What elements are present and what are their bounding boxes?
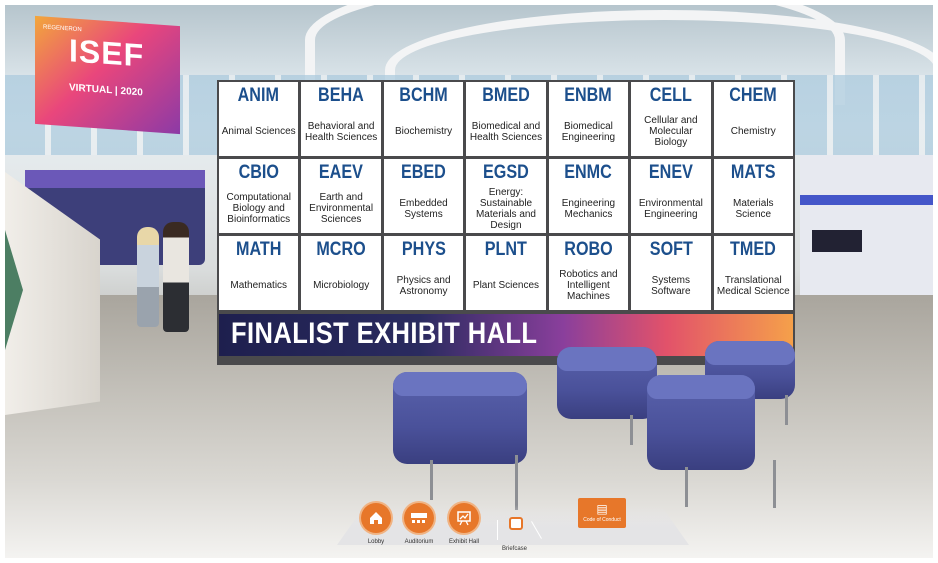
category-code: ENEV xyxy=(648,162,693,183)
briefcase-icon[interactable] xyxy=(509,517,523,530)
banner-edition: VIRTUAL | 2020 xyxy=(69,82,143,99)
category-name: Chemistry xyxy=(730,126,776,137)
category-tile-enbm[interactable]: ENBM Biomedical Engineering xyxy=(548,82,629,156)
category-code: CHEM xyxy=(729,85,778,106)
category-tile-plnt[interactable]: PLNT Plant Sciences xyxy=(466,236,546,310)
category-tile-bmed[interactable]: BMED Biomedical and Health Sciences xyxy=(466,82,546,156)
category-name: Physics and Astronomy xyxy=(396,274,451,297)
stool xyxy=(647,375,755,470)
auditorium-icon xyxy=(404,503,434,533)
stool xyxy=(393,372,527,464)
category-name: Translational Medical Science xyxy=(716,274,790,297)
category-name: Environmental Engineering xyxy=(638,197,703,220)
hall-title: FINALIST EXHIBIT HALL xyxy=(231,317,538,350)
category-tile-mcro[interactable]: MCRO Microbiology xyxy=(301,236,381,310)
category-name: Robotics and Intelligent Machines xyxy=(559,269,618,302)
category-tile-robo[interactable]: ROBO Robotics and Intelligent Machines xyxy=(548,236,629,310)
category-tile-egsd[interactable]: EGSD Energy: Sustainable Materials and De… xyxy=(466,159,546,233)
category-code: MATS xyxy=(730,162,776,183)
category-name: Energy: Sustainable Materials and Design xyxy=(475,186,536,231)
visitor-avatar xyxy=(163,222,189,332)
category-code: ANIM xyxy=(238,85,280,106)
nav-auditorium[interactable]: Auditorium xyxy=(404,503,434,545)
category-tile-enmc[interactable]: ENMC Engineering Mechanics xyxy=(548,159,629,233)
category-tile-mats[interactable]: MATS Materials Science xyxy=(713,159,793,233)
category-code: ROBO xyxy=(564,239,613,260)
home-icon xyxy=(361,503,391,533)
category-tile-math[interactable]: MATH Mathematics xyxy=(219,236,299,310)
category-tile-anim[interactable]: ANIM Animal Sciences xyxy=(219,82,299,156)
category-name: Earth and Environmental Sciences xyxy=(309,192,374,225)
category-code: EBED xyxy=(401,162,446,183)
code-of-conduct-button[interactable]: ▤ Code of Conduct xyxy=(578,498,626,528)
category-tile-cbio[interactable]: CBIO Computational Biology and Bioinforma… xyxy=(219,159,299,233)
nav-lobby-label: Lobby xyxy=(367,539,385,545)
category-code: MATH xyxy=(235,239,282,260)
nav-exhibit-hall[interactable]: Exhibit Hall xyxy=(449,503,479,545)
category-name: Cellular and Molecular Biology xyxy=(644,115,698,148)
category-tile-ebed[interactable]: EBED Embedded Systems xyxy=(383,159,464,233)
banner-logo: ISEF xyxy=(69,32,145,74)
category-name: Behavioral and Health Sciences xyxy=(305,120,378,143)
category-code: ENBM xyxy=(564,85,613,106)
category-tile-phys[interactable]: PHYS Physics and Astronomy xyxy=(383,236,464,310)
category-code: CELL xyxy=(649,85,692,106)
category-code: BEHA xyxy=(318,85,365,106)
virtual-hall-scene: REGENERON ISEF VIRTUAL | 2020 ANIM Animal… xyxy=(5,5,933,558)
category-tile-eaev[interactable]: EAEV Earth and Environmental Sciences xyxy=(301,159,381,233)
nav-briefcase-label: Briefcase xyxy=(502,546,528,552)
category-code: PHYS xyxy=(401,239,446,260)
nav-auditorium-label: Auditorium xyxy=(404,539,434,545)
category-code: SOFT xyxy=(649,239,693,260)
category-name: Systems Software xyxy=(651,274,691,297)
category-name: Biomedical and Health Sciences xyxy=(469,120,543,143)
category-tile-soft[interactable]: SOFT Systems Software xyxy=(631,236,711,310)
category-tile-enev[interactable]: ENEV Environmental Engineering xyxy=(631,159,711,233)
category-tile-beha[interactable]: BEHA Behavioral and Health Sciences xyxy=(301,82,381,156)
category-name: Biochemistry xyxy=(394,126,453,137)
exhibit-board-icon xyxy=(449,503,479,533)
category-name: Biomedical Engineering xyxy=(561,120,616,143)
category-name: Microbiology xyxy=(313,280,370,291)
category-grid: ANIM Animal Sciences BEHA Behavioral and He… xyxy=(219,82,793,310)
isef-banner: REGENERON ISEF VIRTUAL | 2020 xyxy=(35,15,180,135)
category-code: ENMC xyxy=(564,162,613,183)
nav-lobby[interactable]: Lobby xyxy=(361,503,391,545)
category-code: MCRO xyxy=(316,239,366,260)
code-of-conduct-label: Code of Conduct xyxy=(583,517,621,523)
category-tile-bchm[interactable]: BCHM Biochemistry xyxy=(383,82,464,156)
category-board: ANIM Animal Sciences BEHA Behavioral and He… xyxy=(217,80,795,365)
category-code: EGSD xyxy=(483,162,529,183)
booth-right xyxy=(800,155,933,295)
category-name: Mathematics xyxy=(230,280,288,291)
category-tile-tmed[interactable]: TMED Translational Medical Science xyxy=(713,236,793,310)
category-code: BMED xyxy=(482,85,530,106)
category-name: Embedded Systems xyxy=(399,197,448,220)
category-name: Materials Science xyxy=(732,197,774,220)
nav-exhibit-hall-label: Exhibit Hall xyxy=(449,539,480,545)
category-name: Plant Sciences xyxy=(472,280,540,291)
document-icon: ▤ xyxy=(596,502,608,516)
category-code: EAEV xyxy=(319,162,364,183)
visitor-avatar xyxy=(137,227,159,327)
category-tile-chem[interactable]: CHEM Chemistry xyxy=(713,82,793,156)
stool xyxy=(557,347,657,419)
category-code: CBIO xyxy=(238,162,279,183)
category-tile-cell[interactable]: CELL Cellular and Molecular Biology xyxy=(631,82,711,156)
category-code: BCHM xyxy=(399,85,448,106)
category-name: Animal Sciences xyxy=(221,126,296,137)
category-name: Engineering Mechanics xyxy=(561,197,616,220)
category-code: TMED xyxy=(730,239,777,260)
category-code: PLNT xyxy=(484,239,528,260)
category-name: Computational Biology and Bioinformatics xyxy=(226,192,291,225)
